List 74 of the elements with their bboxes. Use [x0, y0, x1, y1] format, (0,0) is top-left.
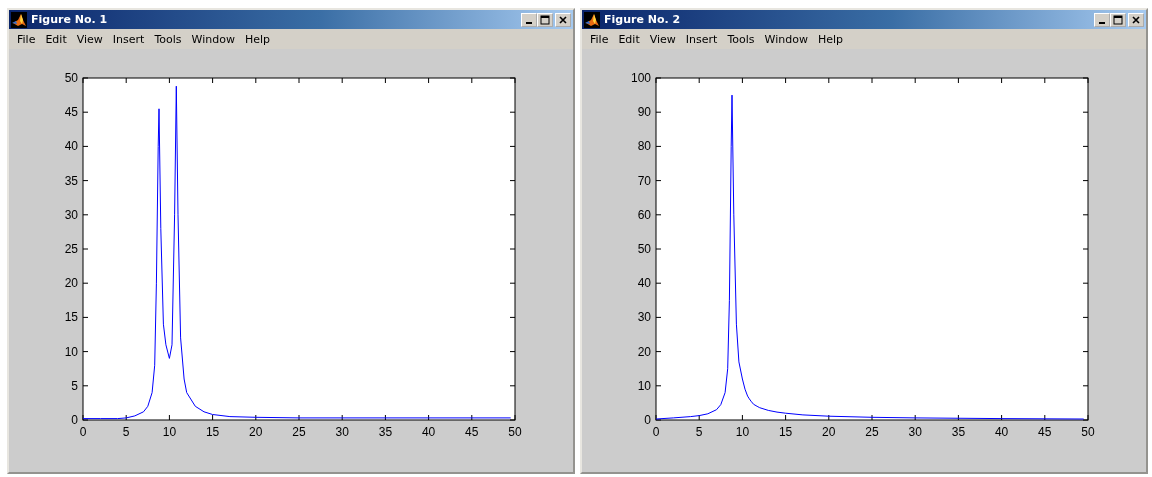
menu-item[interactable]: File — [12, 32, 41, 46]
maximize-button[interactable] — [537, 12, 553, 27]
close-button[interactable] — [1128, 12, 1144, 27]
menu-item[interactable]: Edit — [613, 32, 645, 46]
y-tick-label: 30 — [637, 310, 651, 325]
menu-item[interactable]: Insert — [680, 32, 723, 46]
window-title: Figure No. 2 — [604, 13, 681, 26]
x-tick-label: 20 — [822, 425, 836, 439]
x-tick-label: 5 — [695, 425, 703, 439]
maximize-icon — [540, 14, 550, 25]
close-button[interactable] — [555, 12, 571, 27]
x-tick-label: 50 — [508, 425, 522, 439]
menu-item[interactable]: Window — [759, 32, 813, 46]
menu-item[interactable]: Insert — [107, 32, 150, 46]
y-tick-label: 70 — [637, 173, 651, 188]
menu-item[interactable]: Window — [186, 32, 240, 46]
y-tick-label: 50 — [64, 71, 78, 85]
app-icon — [11, 11, 27, 28]
y-tick-label: 40 — [637, 276, 651, 291]
close-icon — [558, 14, 568, 25]
x-tick-label: 15 — [205, 425, 220, 439]
y-tick-label: 35 — [64, 173, 78, 188]
y-tick-label: 15 — [64, 310, 78, 325]
menu-item[interactable]: View — [71, 32, 108, 46]
minimize-button[interactable] — [1094, 12, 1110, 27]
x-tick-label: 20 — [249, 425, 263, 439]
menu-item[interactable]: Help — [239, 32, 275, 46]
y-tick-label: 30 — [64, 207, 78, 222]
x-tick-label: 30 — [908, 425, 922, 439]
menu-item[interactable]: File — [585, 32, 614, 46]
y-tick-label: 90 — [637, 105, 651, 120]
x-tick-label: 40 — [994, 425, 1009, 439]
menu-item[interactable]: View — [644, 32, 681, 46]
app-icon — [584, 11, 600, 28]
menu-item[interactable]: Help — [812, 32, 848, 46]
y-tick-label: 45 — [64, 105, 78, 120]
y-tick-label: 0 — [644, 413, 651, 427]
x-tick-label: 30 — [335, 425, 349, 439]
close-icon — [1131, 14, 1141, 25]
menu-item[interactable]: Tools — [149, 32, 187, 46]
y-tick-label: 20 — [64, 276, 78, 291]
x-tick-label: 40 — [421, 425, 436, 439]
menu-item[interactable]: Edit — [40, 32, 72, 46]
y-tick-label: 40 — [64, 139, 78, 154]
x-tick-label: 10 — [162, 425, 177, 439]
y-tick-label: 20 — [637, 344, 651, 359]
y-tick-label: 50 — [637, 242, 651, 256]
x-tick-label: 0 — [79, 425, 87, 439]
x-tick-label: 10 — [735, 425, 750, 439]
y-tick-label: 10 — [637, 378, 651, 393]
x-tick-label: 45 — [1038, 425, 1052, 439]
y-tick-label: 60 — [637, 207, 651, 222]
maximize-button[interactable] — [1110, 12, 1126, 27]
x-tick-label: 50 — [1081, 425, 1095, 439]
minimize-icon — [1099, 21, 1105, 24]
x-tick-label: 45 — [465, 425, 479, 439]
x-tick-label: 35 — [378, 425, 393, 439]
y-tick-label: 10 — [64, 344, 78, 359]
x-tick-label: 35 — [951, 425, 966, 439]
minimize-icon — [526, 21, 532, 24]
maximize-icon — [1113, 14, 1123, 25]
y-tick-label: 0 — [71, 413, 78, 427]
x-tick-label: 15 — [778, 425, 793, 439]
window-title: Figure No. 1 — [31, 13, 108, 26]
x-tick-label: 25 — [865, 425, 879, 439]
menu-item[interactable]: Tools — [722, 32, 760, 46]
y-tick-label: 5 — [71, 378, 78, 393]
x-tick-label: 5 — [122, 425, 130, 439]
y-tick-label: 80 — [637, 139, 651, 154]
x-tick-label: 0 — [652, 425, 660, 439]
y-tick-label: 25 — [64, 242, 78, 256]
x-tick-label: 25 — [292, 425, 306, 439]
minimize-button[interactable] — [521, 12, 537, 27]
y-tick-label: 100 — [630, 71, 651, 85]
